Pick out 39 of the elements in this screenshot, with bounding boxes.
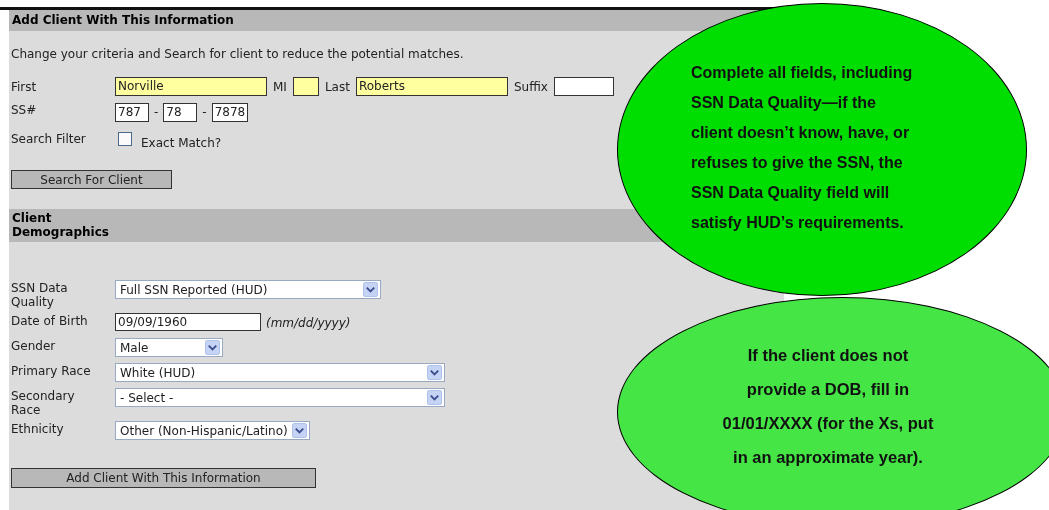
dropdown[interactable]: Full SSN Reported (HUD) [115, 280, 381, 299]
search-button[interactable]: Search For Client [11, 170, 172, 189]
field-label: Primary Race [11, 363, 92, 378]
input-field[interactable] [292, 77, 319, 96]
checkbox-label: Exact Match? [141, 136, 222, 150]
field-label: Search Filter [11, 132, 87, 146]
field-label: Date of Birth [11, 313, 89, 328]
field-label: Secondary Race [11, 388, 76, 417]
input-field[interactable]: 787 [115, 103, 149, 122]
format-hint: (mm/dd/yyyy) [266, 316, 351, 330]
dropdown[interactable]: - Select - [115, 388, 445, 407]
input-field[interactable]: Norville [115, 77, 267, 96]
dropdown[interactable]: Male [115, 338, 223, 357]
input-field[interactable]: Roberts [355, 77, 508, 96]
field-label: MI [273, 79, 287, 94]
chevron-icon [427, 365, 442, 380]
callout-text: If the client does not provide a DOB, fill in 01/01/XXXX (for the Xs, put in an approximate year). [721, 345, 935, 468]
dropdown[interactable]: White (HUD) [115, 363, 445, 382]
date-field[interactable]: 09/09/1960 [115, 313, 261, 331]
dropdown[interactable]: Other (Non-Hispanic/Latino) [115, 421, 310, 440]
checkbox[interactable] [118, 132, 132, 146]
field-label: Last [324, 79, 350, 94]
input-field[interactable]: 78 [163, 103, 198, 122]
input-field[interactable] [553, 77, 614, 96]
separator-text: - [202, 104, 207, 121]
separator-text: - [154, 104, 159, 121]
chevron-icon [205, 340, 220, 355]
input-field[interactable]: 7878 [211, 103, 249, 122]
field-label: SS# [11, 103, 38, 117]
field-label: Ethnicity [11, 421, 65, 436]
field-label: Suffix [513, 79, 548, 94]
add-client-button[interactable]: Add Client With This Information [11, 468, 316, 488]
field-label: First [11, 79, 38, 94]
chevron-icon [427, 390, 442, 405]
field-label: Gender [11, 338, 57, 353]
chevron-icon [291, 423, 307, 438]
instruction-text: Change your criteria and Search for client to reduce the potential matches. [11, 47, 465, 63]
chevron-icon [363, 282, 378, 297]
field-label: SSN Data Quality [11, 280, 69, 309]
